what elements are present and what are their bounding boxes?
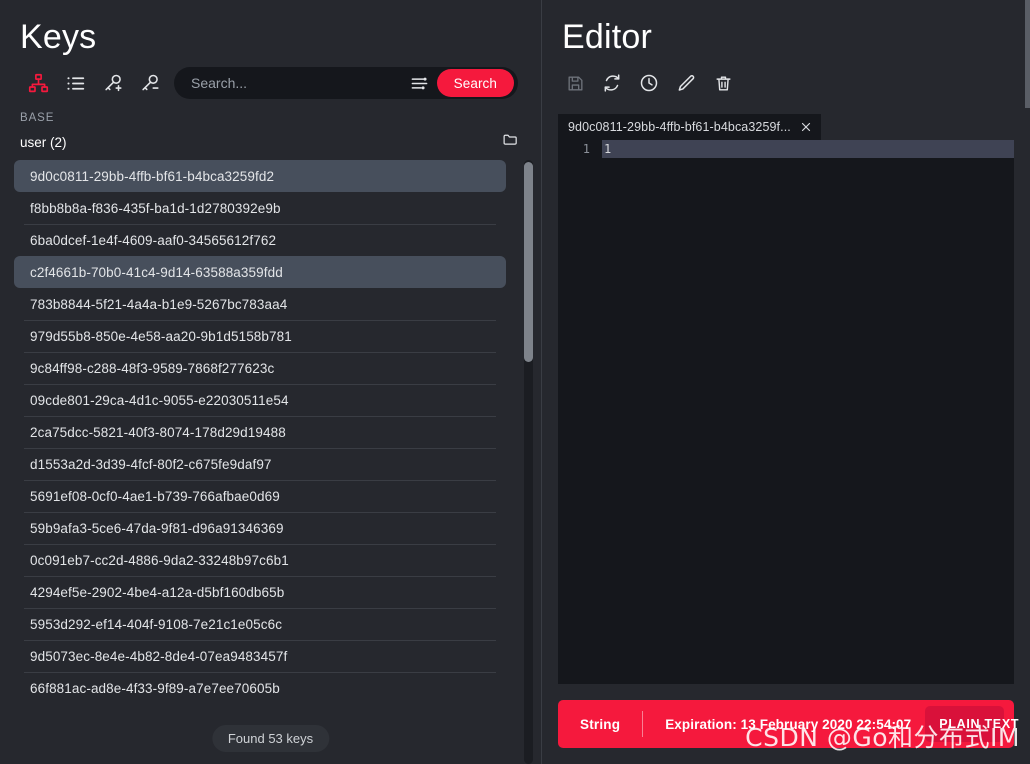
key-list-item[interactable]: 2ca75dcc-5821-40f3-8074-178d29d19488 [14, 416, 506, 448]
key-name: 9c84ff98-c288-48f3-9589-7868f277623c [30, 360, 275, 376]
key-list-item[interactable]: f8bb8b8a-f836-435f-ba1d-1d2780392e9b [14, 192, 506, 224]
key-name: 6ba0dcef-1e4f-4609-aaf0-34565612f762 [30, 232, 277, 248]
row-divider [24, 576, 496, 577]
key-name: 4294ef5e-2902-4be4-a12a-d5bf160db65b [30, 584, 285, 600]
key-list-item[interactable]: 6ba0dcef-1e4f-4609-aaf0-34565612f762 [14, 224, 506, 256]
app-root: Keys Search... Search BASE user (2) 9d0c… [0, 0, 1030, 764]
editor-panel: Editor 9d0c0811-29bb-4ffb-bf61-b4bca3259… [541, 0, 1030, 764]
key-list-item[interactable]: 979d55b8-850e-4e58-aa20-9b1d5158b781 [14, 320, 506, 352]
tree-view-icon[interactable] [20, 68, 57, 98]
keys-toolbar: Search [0, 58, 541, 100]
row-divider [24, 480, 496, 481]
save-icon[interactable] [562, 70, 588, 96]
key-list-item[interactable]: 5691ef08-0cf0-4ae1-b739-766afbae0d69 [14, 480, 506, 512]
found-keys-badge: Found 53 keys [211, 725, 330, 752]
folder-icon[interactable] [502, 131, 519, 153]
key-list-item[interactable]: d1553a2d-3d39-4fcf-80f2-c675fe9daf97 [14, 448, 506, 480]
row-divider [24, 448, 496, 449]
row-divider [24, 416, 496, 417]
key-list-item[interactable]: 9c84ff98-c288-48f3-9589-7868f277623c [14, 352, 506, 384]
key-name: 783b8844-5f21-4a4a-b1e9-5267bc783aa4 [30, 296, 288, 312]
search-input[interactable] [174, 68, 407, 98]
key-group-name: user (2) [20, 134, 67, 150]
editor-toolbar [542, 58, 1030, 100]
value-format-label: PLAIN TEXT [939, 717, 1020, 731]
key-name: 09cde801-29ca-4d1c-9055-e22030511e54 [30, 392, 289, 408]
key-list-item[interactable]: 09cde801-29ca-4d1c-9055-e22030511e54 [14, 384, 506, 416]
status-bar: String Expiration: 13 February 2020 22:5… [558, 700, 1019, 748]
editor-card: 9d0c0811-29bb-4ffb-bf61-b4bca3259f... 11 [558, 114, 1014, 684]
filter-sliders-icon[interactable] [407, 70, 433, 96]
key-name: c2f4661b-70b0-41c4-9d14-63588a359fdd [30, 264, 283, 280]
add-key-icon[interactable] [94, 68, 131, 98]
line-number: 1 [582, 142, 590, 156]
remove-key-icon[interactable] [131, 68, 168, 98]
key-list-item[interactable]: 5953d292-ef14-404f-9108-7e21c1e05c6c [14, 608, 506, 640]
key-list: 9d0c0811-29bb-4ffb-bf61-b4bca3259fd2 f8bb… [0, 160, 520, 704]
row-divider [24, 384, 496, 385]
key-name: 5691ef08-0cf0-4ae1-b739-766afbae0d69 [30, 488, 280, 504]
editor-tabs: 9d0c0811-29bb-4ffb-bf61-b4bca3259f... [558, 114, 1014, 140]
code-line[interactable]: 11 [558, 140, 1014, 158]
edit-pencil-icon[interactable] [673, 70, 699, 96]
key-list-item[interactable]: 0c091eb7-cc2d-4886-9da2-33248b97c6b1 [14, 544, 506, 576]
ttl-clock-icon[interactable] [636, 70, 662, 96]
key-name: 66f881ac-ad8e-4f33-9f89-a7e7ee70605b [30, 680, 280, 696]
key-name: 979d55b8-850e-4e58-aa20-9b1d5158b781 [30, 328, 292, 344]
key-list-item[interactable]: 9d5073ec-8e4e-4b82-8de4-07ea9483457f [14, 640, 506, 672]
window-scrollbar-track[interactable] [1025, 0, 1030, 764]
key-name: 9d5073ec-8e4e-4b82-8de4-07ea9483457f [30, 648, 288, 664]
search-bar: Search [174, 67, 518, 99]
key-list-container: 9d0c0811-29bb-4ffb-bf61-b4bca3259fd2 f8bb… [0, 160, 541, 764]
delete-trash-icon[interactable] [710, 70, 736, 96]
editor-tab-label: 9d0c0811-29bb-4ffb-bf61-b4bca3259f... [568, 120, 791, 134]
key-name: 5953d292-ef14-404f-9108-7e21c1e05c6c [30, 616, 283, 632]
code-editor-area[interactable]: 11 [558, 140, 1014, 684]
key-list-item[interactable]: c2f4661b-70b0-41c4-9d14-63588a359fdd [14, 256, 506, 288]
line-content: 1 [602, 140, 1014, 158]
row-divider [24, 512, 496, 513]
row-divider [24, 544, 496, 545]
key-name: 2ca75dcc-5821-40f3-8074-178d29d19488 [30, 424, 286, 440]
key-list-item[interactable]: 59b9afa3-5ce6-47da-9f81-d96a91346369 [14, 512, 506, 544]
key-list-item[interactable]: 4294ef5e-2902-4be4-a12a-d5bf160db65b [14, 576, 506, 608]
row-divider [24, 224, 496, 225]
window-scrollbar-thumb[interactable] [1025, 0, 1030, 108]
row-divider [24, 672, 496, 673]
key-name: d1553a2d-3d39-4fcf-80f2-c675fe9daf97 [30, 456, 272, 472]
key-name: 9d0c0811-29bb-4ffb-bf61-b4bca3259fd2 [30, 168, 275, 184]
search-button[interactable]: Search [436, 69, 514, 97]
row-divider [24, 608, 496, 609]
key-name: 59b9afa3-5ce6-47da-9f81-d96a91346369 [30, 520, 284, 536]
editor-tab-active[interactable]: 9d0c0811-29bb-4ffb-bf61-b4bca3259f... [558, 114, 821, 140]
row-divider [24, 352, 496, 353]
close-icon[interactable] [799, 120, 813, 134]
key-type-label: String [580, 716, 621, 732]
editor-page-title: Editor [562, 18, 653, 56]
value-format-dropdown[interactable]: PLAIN TEXT [925, 706, 1019, 742]
key-name: f8bb8b8a-f836-435f-ba1d-1d2780392e9b [30, 200, 281, 216]
key-name: 0c091eb7-cc2d-4886-9da2-33248b97c6b1 [30, 552, 289, 568]
row-divider [24, 640, 496, 641]
key-group-header[interactable]: user (2) [0, 128, 541, 156]
keys-page-title: Keys [20, 18, 97, 56]
list-view-icon[interactable] [57, 68, 94, 98]
status-divider [642, 711, 644, 737]
keys-panel: Keys Search... Search BASE user (2) 9d0c… [0, 0, 541, 764]
row-divider [24, 320, 496, 321]
base-section-label: BASE [20, 112, 55, 124]
key-list-item[interactable]: 783b8844-5f21-4a4a-b1e9-5267bc783aa4 [14, 288, 506, 320]
key-list-item[interactable]: 9d0c0811-29bb-4ffb-bf61-b4bca3259fd2 [14, 160, 506, 192]
key-list-item[interactable]: 66f881ac-ad8e-4f33-9f89-a7e7ee70605b [14, 672, 506, 704]
key-expiration-label: Expiration: 13 February 2020 22:54:07 [665, 716, 912, 732]
key-list-scrollbar-thumb[interactable] [524, 162, 533, 362]
refresh-icon[interactable] [599, 70, 625, 96]
